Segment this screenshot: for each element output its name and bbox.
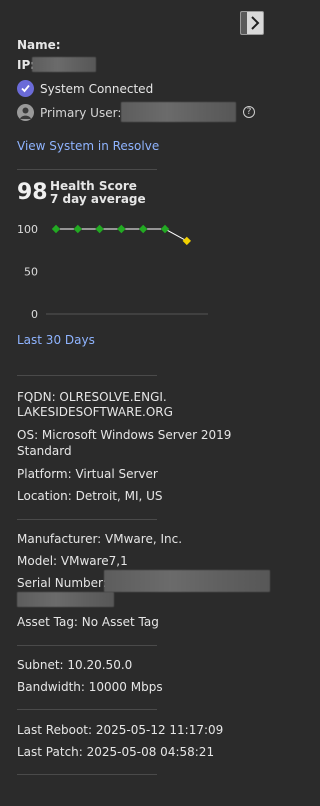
- divider: [17, 774, 157, 775]
- last-patch-text: Last Patch: 2025-05-08 04:58:21: [17, 745, 215, 759]
- name-label: Name:: [17, 38, 61, 52]
- fqdn-line-1: FQDN: OLRESOLVE.ENGI.: [17, 390, 167, 404]
- divider: [17, 519, 157, 520]
- primary-user-label: Primary User:: [40, 106, 122, 120]
- health-point-marker[interactable]: [139, 224, 148, 234]
- subnet-text: Subnet: 10.20.50.0: [17, 658, 133, 672]
- asset-tag-text: Asset Tag: No Asset Tag: [17, 615, 159, 629]
- serial-number-redacted: [104, 570, 270, 592]
- health-point-marker[interactable]: [51, 224, 61, 234]
- serial-number-redacted-cont: [17, 592, 114, 607]
- collapse-panel-button[interactable]: [240, 11, 264, 35]
- last-30-days-link[interactable]: Last 30 Days: [17, 332, 95, 348]
- os-line-2: Standard: [17, 444, 72, 458]
- ip-value-redacted: [32, 57, 96, 72]
- divider: [17, 375, 157, 376]
- bandwidth-text: Bandwidth: 10000 Mbps: [17, 680, 163, 694]
- divider: [17, 645, 157, 646]
- divider: [17, 709, 157, 710]
- divider: [17, 169, 157, 170]
- location-text: Location: Detroit, MI, US: [17, 489, 163, 503]
- platform-text: Platform: Virtual Server: [17, 467, 158, 481]
- health-point-marker[interactable]: [160, 224, 170, 234]
- manufacturer-text: Manufacturer: VMware, Inc.: [17, 532, 183, 546]
- health-score-title-block: Health Score 7 day average: [50, 180, 146, 206]
- primary-user-value-redacted: [121, 102, 236, 122]
- health-score-subtitle: 7 day average: [50, 192, 146, 206]
- last-reboot-text: Last Reboot: 2025-05-12 11:17:09: [17, 723, 224, 737]
- health-score-value: 98: [17, 180, 48, 205]
- health-point-marker[interactable]: [73, 224, 82, 234]
- question-circle-icon[interactable]: ?: [243, 106, 255, 118]
- model-text: Model: VMware7,1: [17, 554, 128, 568]
- os-line-1: OS: Microsoft Windows Server 2019: [17, 428, 232, 442]
- y-tick-label: 100: [17, 223, 38, 236]
- fqdn-line-2: LAKESIDESOFTWARE.ORG: [17, 405, 173, 419]
- serial-number-label: Serial Number:: [17, 576, 107, 590]
- health-point-marker[interactable]: [182, 236, 191, 246]
- health-point-marker[interactable]: [117, 224, 126, 234]
- y-tick-label: 50: [24, 266, 38, 279]
- view-system-link[interactable]: View System in Resolve: [17, 138, 159, 154]
- connected-check-icon: [17, 80, 34, 97]
- system-status-text: System Connected: [40, 82, 154, 96]
- y-tick-label: 0: [31, 308, 38, 321]
- chevron-right-icon: [251, 16, 260, 30]
- health-point-marker[interactable]: [95, 224, 104, 234]
- health-chart: 100 50 0: [17, 223, 208, 321]
- user-avatar-icon: [17, 104, 34, 121]
